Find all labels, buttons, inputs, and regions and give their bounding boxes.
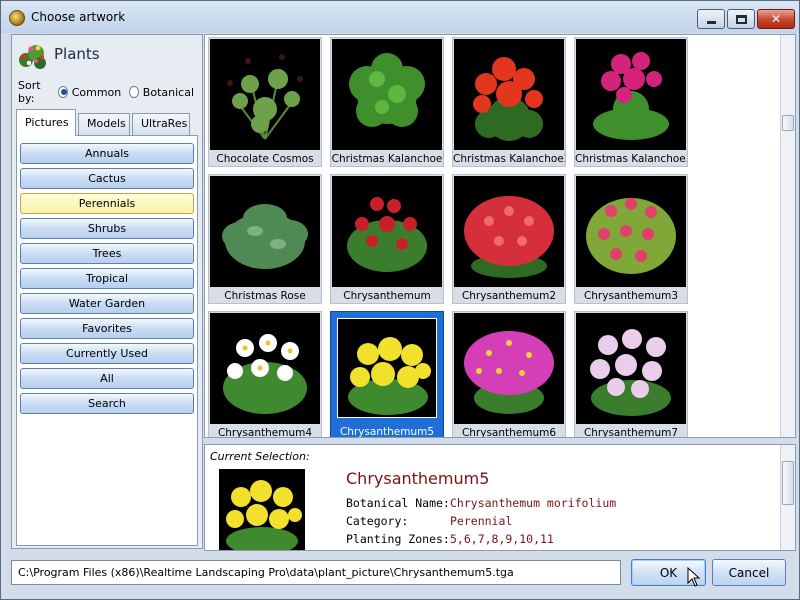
sort-botanical-label[interactable]: Botanical [143, 86, 194, 99]
category-annuals[interactable]: Annuals [20, 143, 194, 164]
category-cactus[interactable]: Cactus [20, 168, 194, 189]
maximize-button[interactable] [727, 9, 755, 29]
thumbnail-caption: Chrysanthemum [343, 290, 431, 302]
category-water-garden[interactable]: Water Garden [20, 293, 194, 314]
selection-name: Chrysanthemum5 [346, 469, 490, 488]
file-path-field[interactable]: C:\Program Files (x86)\Realtime Landscap… [11, 560, 621, 585]
thumbnail-christmas-kalanchoe3[interactable]: Christmas Kalanchoe3 [574, 37, 688, 167]
thumbnail-caption: Christmas Kalanchoe [331, 153, 443, 165]
plant-image [332, 176, 442, 287]
selection-scroll-thumb[interactable] [782, 461, 794, 505]
thumbnail-chrysanthemum2[interactable]: Chrysanthemum2 [452, 174, 566, 304]
tab-pictures[interactable]: Pictures [16, 109, 76, 136]
category-tropical[interactable]: Tropical [20, 268, 194, 289]
close-icon: ✕ [770, 12, 782, 26]
window-title: Choose artwork [31, 10, 126, 24]
choose-artwork-window: Choose artwork ✕ Plants Sort by: Common [0, 0, 800, 600]
category-favorites[interactable]: Favorites [20, 318, 194, 339]
close-button[interactable]: ✕ [757, 9, 795, 29]
thumbnail-caption: Chrysanthemum7 [583, 427, 679, 438]
plants-logo [19, 45, 46, 69]
thumbnail-christmas-rose[interactable]: Christmas Rose [208, 174, 322, 304]
minimize-button[interactable] [697, 9, 725, 29]
sort-label: Sort by: [18, 79, 41, 105]
plant-image [576, 39, 686, 150]
panel-title: Plants [54, 45, 100, 63]
plant-image [576, 313, 686, 424]
thumbnail-caption: Christmas Kalanchoe2 [453, 153, 565, 165]
grid-scrollbar[interactable] [780, 35, 795, 437]
selection-row-category: Category: Perennial [346, 514, 513, 528]
category-perennials[interactable]: Perennials [20, 193, 194, 214]
category-shrubs[interactable]: Shrubs [20, 218, 194, 239]
thumbnail-chrysanthemum[interactable]: Chrysanthemum [330, 174, 444, 304]
selection-image [219, 469, 305, 550]
thumbnail-christmas-kalanchoe[interactable]: Christmas Kalanchoe [330, 37, 444, 167]
tab-ultrares[interactable]: UltraRes [132, 113, 190, 135]
plant-image [332, 39, 442, 150]
mouse-cursor-icon [687, 567, 701, 587]
thumbnail-chocolate-cosmos[interactable]: Chocolate Cosmos [208, 37, 322, 167]
category-panel: Plants Sort by: Common Botanical Picture… [11, 34, 203, 549]
selection-row-zones: Planting Zones:5,6,7,8,9,10,11 [346, 532, 554, 546]
minimize-icon [706, 20, 716, 24]
plant-image [454, 176, 564, 287]
plant-image [210, 176, 320, 287]
maximize-icon [735, 14, 747, 24]
thumbnail-caption: Chrysanthemum2 [461, 290, 557, 302]
sort-common-label[interactable]: Common [72, 86, 122, 99]
category-search[interactable]: Search [20, 393, 194, 414]
sort-botanical-radio[interactable] [129, 86, 139, 98]
plants-header: Plants [12, 35, 202, 73]
cancel-button[interactable]: Cancel [712, 559, 786, 586]
app-icon [9, 10, 25, 26]
sort-row: Sort by: Common Botanical [18, 79, 202, 105]
current-selection-label: Current Selection: [210, 450, 310, 463]
selection-row-botanical: Botanical Name:Chrysanthemum morifolium [346, 496, 617, 510]
category-trees[interactable]: Trees [20, 243, 194, 264]
thumbnail-caption: Chrysanthemum5 [339, 426, 435, 438]
thumbnail-caption: Chrysanthemum4 [217, 427, 313, 438]
thumbnail-caption: Chocolate Cosmos [216, 153, 314, 165]
selection-scrollbar[interactable] [780, 445, 795, 550]
sort-common-radio[interactable] [58, 86, 68, 98]
thumbnail-caption: Christmas Kalanchoe3 [575, 153, 687, 165]
thumbnail-caption: Chrysanthemum3 [583, 290, 679, 302]
thumbnail-caption: Christmas Rose [224, 290, 306, 302]
plant-image [210, 313, 320, 424]
category-list: Annuals Cactus Perennials Shrubs Trees T… [16, 135, 198, 546]
thumbnail-chrysanthemum3[interactable]: Chrysanthemum3 [574, 174, 688, 304]
thumbnail-chrysanthemum7[interactable]: Chrysanthemum7 [574, 311, 688, 438]
plant-image [454, 313, 564, 424]
thumbnail-chrysanthemum4[interactable]: Chrysanthemum4 [208, 311, 322, 438]
plant-image [576, 176, 686, 287]
title-bar[interactable]: Choose artwork ✕ [1, 1, 799, 33]
tab-models[interactable]: Models [78, 113, 130, 135]
thumbnail-christmas-kalanchoe2[interactable]: Christmas Kalanchoe2 [452, 37, 566, 167]
artwork-grid: Chocolate Cosmos Christmas Kalanchoe Chr… [204, 34, 796, 438]
thumbnail-chrysanthemum5[interactable]: Chrysanthemum5 [330, 311, 444, 438]
plant-image [337, 318, 437, 418]
plant-image [210, 39, 320, 150]
category-all[interactable]: All [20, 368, 194, 389]
category-currently-used[interactable]: Currently Used [20, 343, 194, 364]
current-selection-panel: Current Selection: Chrysanthemum5 Botani… [204, 444, 796, 551]
thumbnail-chrysanthemum6[interactable]: Chrysanthemum6 [452, 311, 566, 438]
plant-image [454, 39, 564, 150]
grid-scroll-thumb[interactable] [782, 115, 794, 131]
thumbnail-caption: Chrysanthemum6 [461, 427, 557, 438]
